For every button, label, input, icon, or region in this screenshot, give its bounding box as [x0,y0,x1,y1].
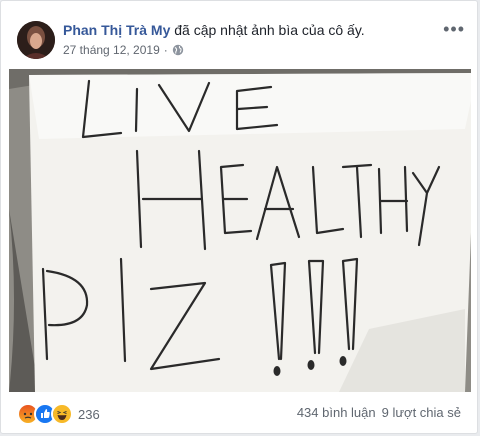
post-action-text: đã cập nhật ảnh bìa của cô ấy. [170,22,365,38]
author-name[interactable]: Phan Thị Trà My [63,22,170,38]
avatar[interactable] [17,21,55,59]
globe-icon[interactable] [172,44,184,56]
reaction-count: 236 [78,406,100,422]
post-stats: 434 bình luận 9 lượt chia sẻ [297,405,461,420]
post-header-line: Phan Thị Trà My đã cập nhật ảnh bìa của … [63,22,365,38]
meta-separator: · [163,43,168,57]
post-date[interactable]: 27 tháng 12, 2019 [63,43,160,57]
shares-count-link[interactable]: 9 lượt chia sẻ [382,405,461,420]
cover-photo[interactable] [9,69,471,392]
haha-reaction-icon [51,403,73,425]
more-options-button[interactable]: ••• [443,19,465,40]
reactions-summary[interactable]: 236 [17,403,100,425]
post-card: Phan Thị Trà My đã cập nhật ảnh bìa của … [0,0,478,434]
post-footer: 236 434 bình luận 9 lượt chia sẻ [1,393,477,431]
post-meta: 27 tháng 12, 2019 · [63,43,184,57]
comments-count-link[interactable]: 434 bình luận [297,405,376,420]
